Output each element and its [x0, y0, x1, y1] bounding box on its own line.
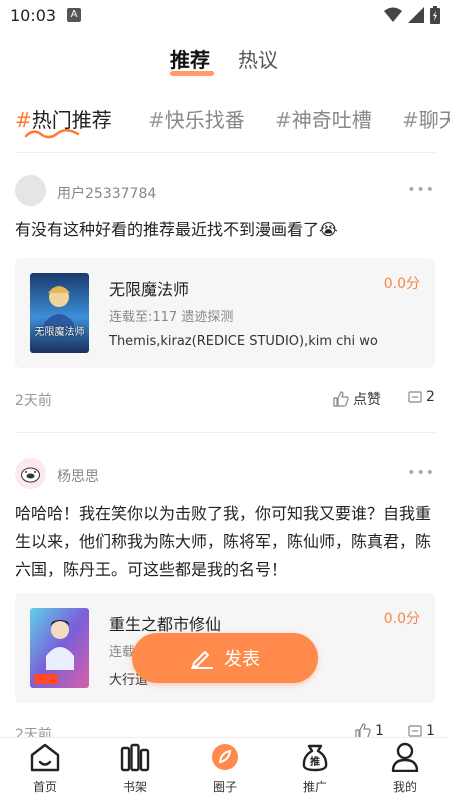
nav-bookshelf[interactable]: 书架: [100, 742, 170, 795]
book-score: 0.0分: [383, 611, 420, 627]
tab-hot[interactable]: 热议: [238, 44, 278, 73]
nav-circle[interactable]: 圈子: [190, 742, 260, 795]
signal-icon: [408, 7, 424, 23]
book-update: 连载至:117 遗迹探测: [109, 310, 234, 325]
pen-icon: [191, 651, 213, 669]
post-card: 用户25337784 ••• 有没有这种好看的推荐最近找不到漫画看了😭 无限魔法…: [0, 152, 450, 432]
status-icons: [384, 6, 440, 24]
username[interactable]: 用户25337784: [57, 183, 156, 203]
publish-label: 发表: [224, 649, 260, 670]
nav-label: 我的: [392, 780, 417, 794]
category-funny-rant[interactable]: #神奇吐槽: [275, 104, 372, 133]
bottom-nav: 首页 书架 圈子 推 推广 我的: [0, 737, 450, 801]
comment-icon: [408, 725, 422, 737]
nav-label: 圈子: [212, 780, 237, 794]
like-label: 点赞: [353, 392, 381, 408]
circle-icon: [212, 744, 238, 770]
like-button[interactable]: 点赞: [333, 389, 381, 409]
pig-avatar-icon: [21, 467, 40, 483]
username[interactable]: 杨思思: [57, 466, 99, 486]
nav-label: 推广: [302, 780, 327, 794]
nav-label: 书架: [122, 780, 147, 794]
category-happy-anime[interactable]: #快乐找番: [148, 104, 245, 133]
svg-text:推: 推: [310, 755, 320, 768]
book-cover-text: 无限魔法师: [34, 327, 85, 338]
avatar[interactable]: [15, 458, 46, 489]
nav-mine[interactable]: 我的: [370, 742, 440, 795]
status-time: 10:03: [10, 6, 57, 25]
post-text[interactable]: 哈哈哈！我在笑你以为击败了我，你可知我又要谁？自我重生以来，他们称我为陈大师，陈…: [15, 500, 435, 584]
comment-icon: [408, 391, 422, 403]
more-icon[interactable]: •••: [407, 465, 435, 481]
category-chat[interactable]: #聊天: [402, 104, 450, 133]
top-tabs: 推荐 热议: [0, 44, 450, 76]
book-title: 重生之都市修仙: [109, 615, 222, 634]
promote-icon: 推: [302, 744, 328, 772]
nav-promote[interactable]: 推 推广: [280, 742, 350, 795]
book-card[interactable]: 无限魔法师 无限魔法师 0.0分 连载至:117 遗迹探测 Themis,kir…: [15, 258, 435, 368]
wifi-icon: [384, 7, 402, 22]
more-icon[interactable]: •••: [407, 182, 435, 198]
thumbs-up-icon: [333, 391, 349, 407]
comment-count: 2: [426, 389, 435, 405]
publish-button[interactable]: 发表: [132, 633, 318, 683]
book-cover: [30, 608, 89, 688]
book-cover: 无限魔法师: [30, 273, 89, 353]
book-title: 无限魔法师: [109, 280, 190, 299]
home-icon: [30, 743, 60, 772]
book-authors: Themis,kiraz(REDICE STUDIO),kim chi wo..…: [109, 334, 379, 349]
user-icon: [391, 742, 419, 773]
tab-recommend[interactable]: 推荐: [170, 44, 210, 73]
battery-icon: [430, 6, 440, 24]
book-score: 0.0分: [383, 276, 420, 292]
post-text[interactable]: 有没有这种好看的推荐最近找不到漫画看了😭: [15, 216, 435, 244]
bookshelf-icon: [120, 743, 150, 772]
status-bar: 10:03 A: [0, 0, 450, 32]
category-row: #热门推荐 #快乐找番 #神奇吐槽 #聊天: [0, 104, 450, 140]
comment-button[interactable]: 2: [408, 389, 435, 405]
category-squiggle-decoration: [24, 129, 80, 139]
avatar[interactable]: [15, 175, 46, 206]
nav-label: 首页: [32, 780, 57, 794]
notification-a-icon: A: [67, 8, 81, 22]
post-card: 杨思思 ••• 哈哈哈！我在笑你以为击败了我，你可知我又要谁？自我重生以来，他们…: [0, 432, 450, 743]
nav-home[interactable]: 首页: [10, 742, 80, 795]
post-time: 2天前: [15, 393, 52, 409]
